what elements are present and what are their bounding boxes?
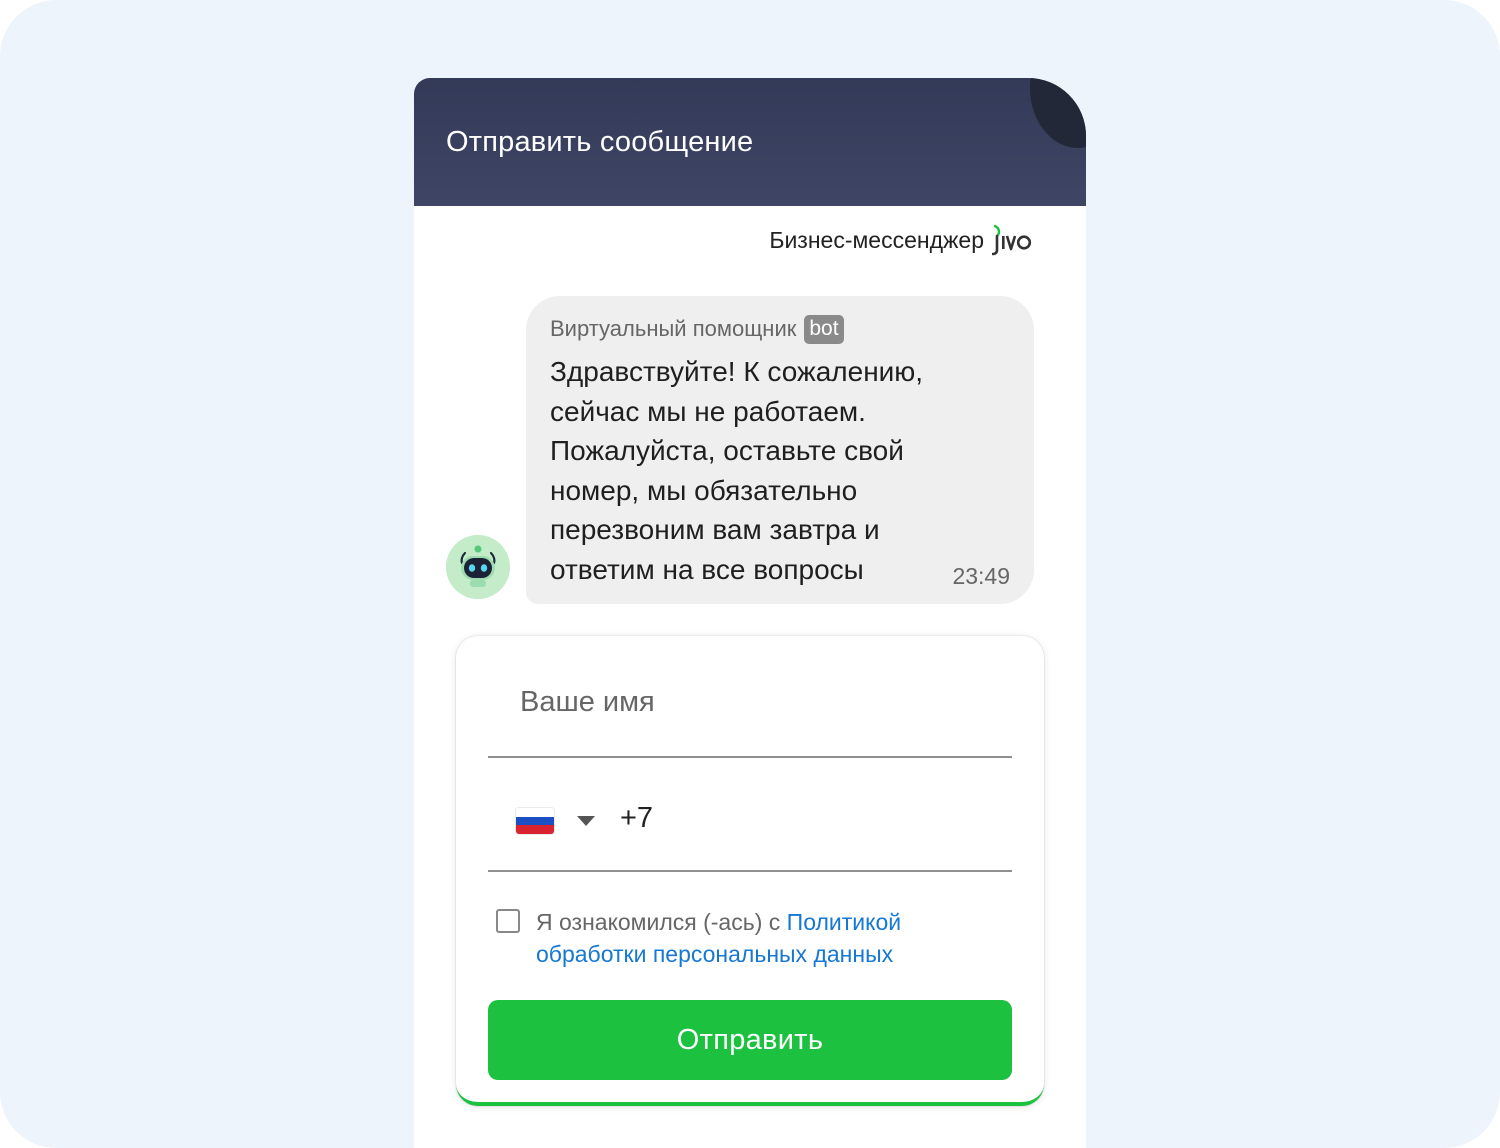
message-timestamp: 23:49 [952,563,1010,589]
page-background: Отправить сообщение Бизнес-мессенджер Ви… [0,0,1500,1148]
robot-avatar-icon [446,535,510,599]
bot-message-row: Виртуальный помощник bot Здравствуйте! К… [446,296,1046,606]
message-text: Здравствуйте! К сожалению, сейчас мы не … [550,356,924,585]
consent-checkbox[interactable] [496,909,520,933]
name-input[interactable] [488,686,1012,719]
message-sender: Виртуальный помощник bot [550,314,1010,344]
submit-button[interactable]: Отправить [488,1000,1012,1080]
consent-text: Я ознакомился (-ась) с [536,909,781,935]
brand-text: Бизнес-мессенджер [769,226,984,253]
russia-flag-icon [516,808,554,834]
consent-label: Я ознакомился (-ась) с Политикой обработ… [536,906,996,970]
contact-form: +7 Я ознакомился (-ась) с Политикой обра… [456,636,1044,1106]
sender-name: Виртуальный помощник [550,316,797,341]
widget-header: Отправить сообщение [414,78,1086,206]
jivo-logo-icon [992,224,1038,256]
consent-row: Я ознакомился (-ась) с Политикой обработ… [496,906,996,970]
chat-widget: Отправить сообщение Бизнес-мессенджер Ви… [414,78,1086,1148]
name-field [488,658,1012,758]
country-code-select[interactable] [516,808,596,834]
bot-badge: bot [804,314,844,344]
brand-link[interactable]: Бизнес-мессенджер [769,224,1038,256]
phone-field: +7 [488,772,1012,872]
header-title: Отправить сообщение [446,126,754,158]
phone-input[interactable]: +7 [620,802,653,835]
message-bubble: Виртуальный помощник bot Здравствуйте! К… [526,296,1034,604]
caret-down-icon [577,816,595,826]
header-decoration [1030,78,1086,148]
